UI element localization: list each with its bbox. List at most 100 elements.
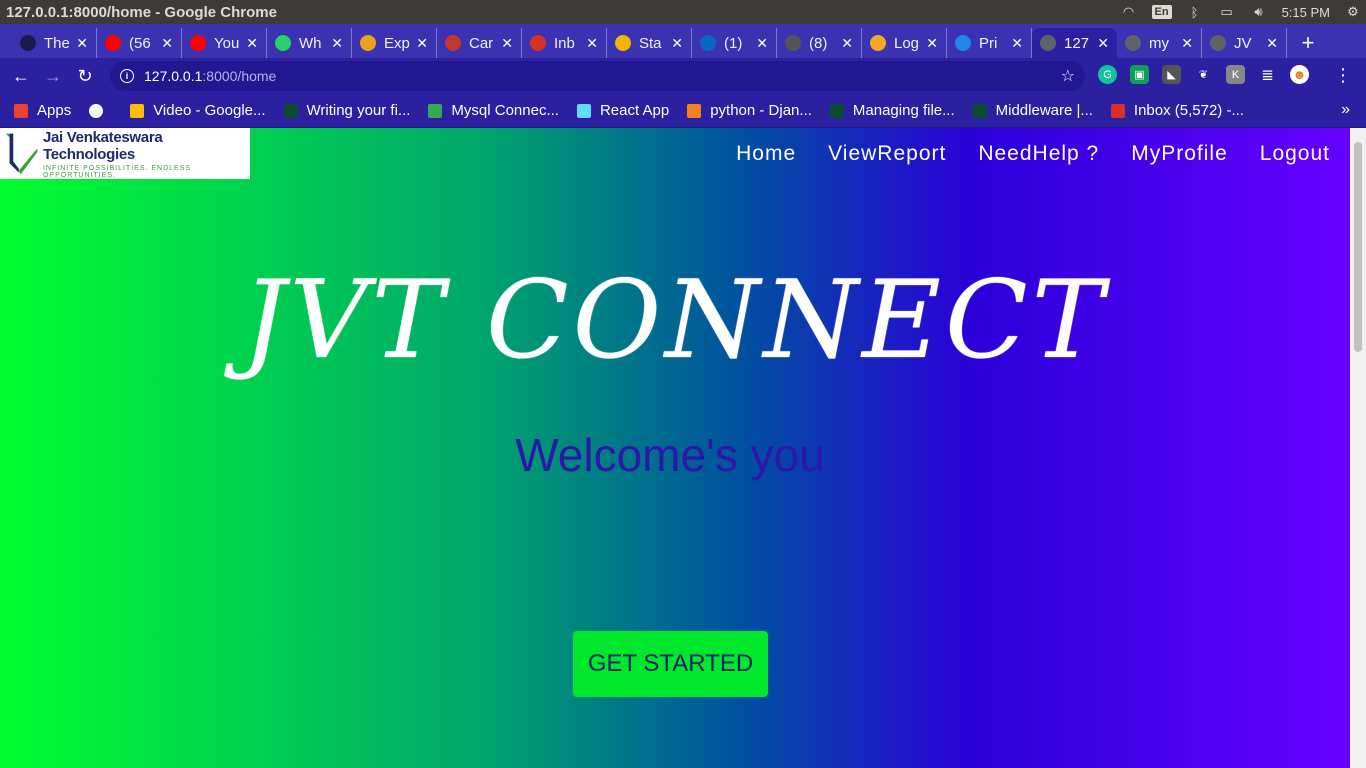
wifi-icon[interactable]: ◠: [1120, 4, 1138, 20]
browser-tab[interactable]: Log ✕: [862, 28, 947, 58]
back-arrow-icon[interactable]: ←: [10, 65, 32, 87]
browser-tab[interactable]: Car ✕: [437, 28, 522, 58]
media-control-icon[interactable]: ≣: [1258, 65, 1277, 84]
site-info-icon[interactable]: i: [120, 69, 134, 83]
profile-avatar-icon[interactable]: ☻: [1290, 65, 1309, 84]
c-logo-icon: [445, 35, 461, 51]
grammarly-icon[interactable]: G: [1098, 65, 1117, 84]
gnome-icon[interactable]: ❦: [1194, 65, 1213, 84]
browser-tab[interactable]: (56 ✕: [97, 28, 182, 58]
window-title: 127.0.0.1:8000/home - Google Chrome: [6, 3, 277, 21]
classroom-icon[interactable]: ▣: [1130, 65, 1149, 84]
nav-logout[interactable]: Logout: [1260, 142, 1330, 166]
scrollbar-thumb[interactable]: [1354, 142, 1362, 352]
browser-toolbar: ← → ↻ i 127.0.0.1:8000/home ☆ G ▣ ◣ ❦ K …: [0, 58, 1366, 94]
url-path: :8000/home: [202, 68, 277, 84]
nav-my-profile[interactable]: MyProfile: [1131, 142, 1228, 166]
bookmark-item[interactable]: Video - Google...: [130, 102, 266, 119]
browser-tab[interactable]: Inb ✕: [522, 28, 607, 58]
close-icon[interactable]: ✕: [841, 35, 853, 52]
bookmark-label: React App: [599, 102, 670, 119]
tab-title: 127: [1064, 34, 1090, 52]
bookmark-label: Writing your fi...: [306, 102, 411, 119]
bookmark-item[interactable]: Managing file...: [829, 102, 955, 119]
reload-icon[interactable]: ↻: [74, 65, 96, 87]
loading-ring-icon: [428, 103, 443, 118]
more-bookmarks-icon[interactable]: »: [1341, 101, 1350, 119]
get-started-button[interactable]: GET STARTED: [573, 631, 768, 697]
new-tab-icon[interactable]: +: [1293, 28, 1323, 58]
globe-icon: [1040, 35, 1056, 51]
screen-recorder-icon[interactable]: ◣: [1162, 65, 1181, 84]
apps-grid-icon: [14, 103, 28, 118]
battery-icon[interactable]: ▭: [1218, 4, 1236, 20]
gear-icon[interactable]: ⚙: [1344, 4, 1362, 20]
forward-arrow-icon[interactable]: →: [42, 65, 64, 87]
company-logo[interactable]: Jai Venkateswara Technologies INFINITE P…: [0, 128, 250, 179]
django-icon: [972, 103, 987, 118]
bluetooth-icon[interactable]: ᛒ: [1186, 4, 1204, 20]
tab-title: Log: [894, 34, 920, 52]
close-icon[interactable]: ✕: [1181, 35, 1193, 52]
browser-tab[interactable]: 127 ✕: [1032, 28, 1117, 58]
browser-tab[interactable]: (8) ✕: [777, 28, 862, 58]
clock[interactable]: 5:15 PM: [1282, 5, 1330, 20]
stackoverflow-icon: [687, 103, 702, 118]
bookmark-star-icon[interactable]: ☆: [1061, 66, 1075, 86]
bookmark-item[interactable]: Mysql Connec...: [428, 102, 559, 119]
close-icon[interactable]: ✕: [926, 35, 938, 52]
address-bar[interactable]: i 127.0.0.1:8000/home ☆: [110, 61, 1085, 91]
browser-tab[interactable]: Wh ✕: [267, 28, 352, 58]
close-icon[interactable]: ✕: [586, 35, 598, 52]
close-icon[interactable]: ✕: [76, 35, 88, 52]
browser-tab[interactable]: The ✕: [12, 28, 97, 58]
close-icon[interactable]: ✕: [501, 35, 513, 52]
k-extension-icon[interactable]: K: [1226, 65, 1245, 84]
close-icon[interactable]: ✕: [416, 35, 428, 52]
bookmark-item[interactable]: Writing your fi...: [283, 102, 411, 119]
logo-name: Jai Venkateswara Technologies: [42, 128, 163, 163]
bookmark-item[interactable]: [89, 103, 112, 118]
tab-title: JV: [1234, 34, 1252, 52]
nav-home[interactable]: Home: [736, 142, 796, 166]
browser-tab[interactable]: my ✕: [1117, 28, 1202, 58]
keyboard-language-indicator[interactable]: En: [1151, 5, 1172, 19]
browser-tab[interactable]: (1) ✕: [692, 28, 777, 58]
bookmark-label: Inbox (5,572) -...: [1133, 102, 1244, 119]
browser-tab[interactable]: Sta ✕: [607, 28, 692, 58]
loading-icon: [20, 35, 36, 51]
close-icon[interactable]: ✕: [671, 35, 683, 52]
browser-tab[interactable]: Pri ✕: [947, 28, 1032, 58]
page-scrollbar[interactable]: [1350, 128, 1366, 768]
tab-title: (8): [809, 34, 828, 52]
bookmark-item[interactable]: Apps: [14, 102, 71, 119]
tab-title: Exp: [384, 34, 410, 52]
os-indicators: ◠ En ᛒ ▭ 🔊︎ 5:15 PM ⚙: [1120, 0, 1366, 24]
volume-icon[interactable]: 🔊︎: [1250, 4, 1268, 20]
google-pinwheel-icon: [130, 103, 145, 118]
globe-icon: [1210, 35, 1226, 51]
bookmark-item[interactable]: Middleware |...: [972, 102, 1093, 119]
menu-dots-icon[interactable]: ⋮: [1334, 65, 1352, 86]
close-icon[interactable]: ✕: [1011, 35, 1023, 52]
browser-tab[interactable]: Exp ✕: [352, 28, 437, 58]
bookmark-label: Video - Google...: [153, 102, 266, 119]
browser-tab[interactable]: You ✕: [182, 28, 267, 58]
browser-tab[interactable]: JV ✕: [1202, 28, 1287, 58]
close-icon[interactable]: ✕: [161, 35, 173, 52]
bookmark-item[interactable]: React App: [576, 102, 670, 119]
nav-view-report[interactable]: ViewReport: [828, 142, 946, 166]
hero-title: JVT CONNECT: [242, 258, 1108, 383]
bookmark-item[interactable]: Inbox (5,572) -...: [1110, 102, 1244, 119]
close-icon[interactable]: ✕: [1266, 35, 1278, 52]
close-icon[interactable]: ✕: [756, 35, 768, 52]
close-icon[interactable]: ✕: [1097, 35, 1109, 52]
logo-tagline: INFINITE POSSIBILITIES. ENDLESS OPPORTUN…: [42, 164, 192, 179]
nav-need-help[interactable]: NeedHelp ?: [978, 142, 1099, 166]
close-icon[interactable]: ✕: [246, 35, 258, 52]
bookmark-item[interactable]: python - Djan...: [687, 102, 812, 119]
youtube-icon: [105, 35, 121, 51]
tab-title: Wh: [299, 34, 322, 52]
tab-title: Car: [469, 34, 494, 52]
close-icon[interactable]: ✕: [331, 35, 343, 52]
